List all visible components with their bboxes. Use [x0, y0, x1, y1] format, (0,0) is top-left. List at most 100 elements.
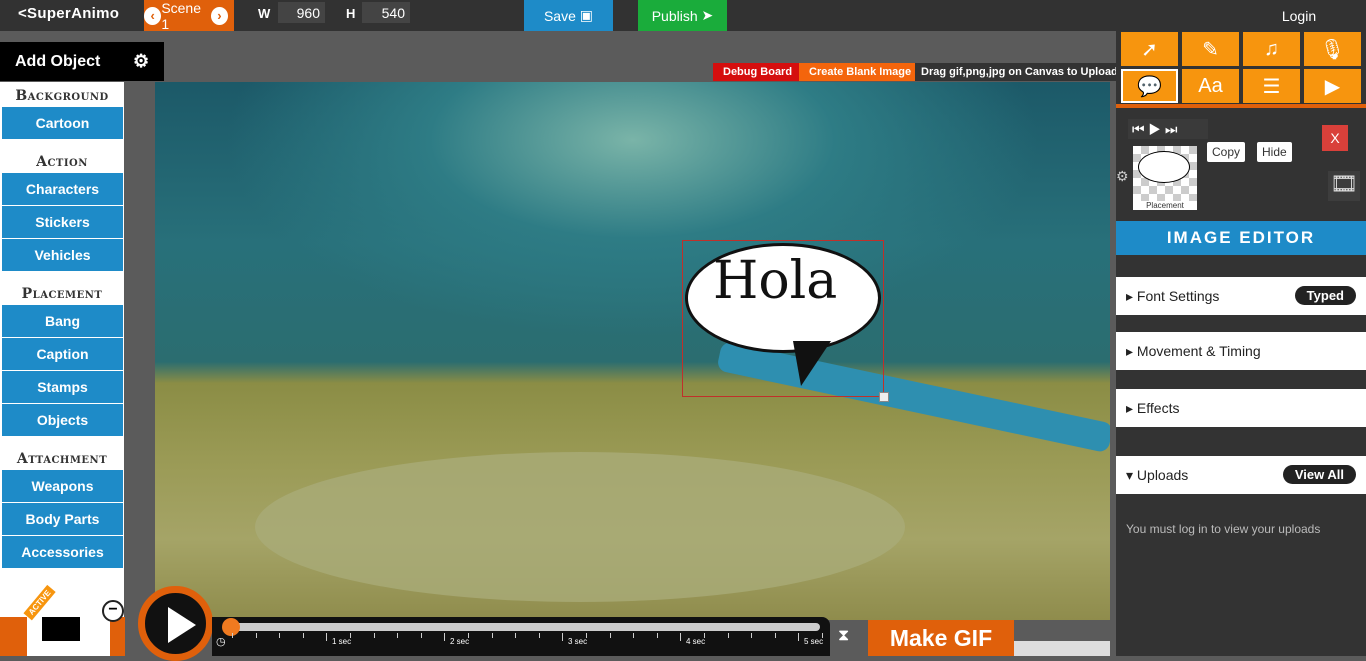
tool-text[interactable]: Aa — [1182, 69, 1239, 103]
tool-speech-bubble[interactable]: 💬 — [1121, 69, 1178, 103]
save-button[interactable]: Save ▣ — [524, 0, 613, 31]
uploads-message: You must log in to view your uploads — [1126, 522, 1321, 536]
prev-scene-icon[interactable]: ‹ — [144, 6, 162, 25]
minimize-icon[interactable]: − — [102, 600, 124, 622]
tool-pencil[interactable]: ✎ — [1182, 32, 1239, 66]
tool-youtube[interactable]: ▶ — [1304, 69, 1361, 103]
width-input[interactable]: 960 — [278, 2, 325, 23]
tick-mark — [822, 633, 823, 638]
tool-microphone[interactable]: 🎙 — [1304, 32, 1361, 66]
bubble-thumbnail-icon — [1138, 151, 1190, 183]
camera-panel[interactable]: ACTIVE — [23, 584, 110, 656]
forward-icon[interactable]: ⏭ — [1165, 121, 1178, 137]
bubble-text[interactable]: Hola — [713, 251, 837, 311]
tick-mark — [751, 633, 753, 638]
uploads-label: Uploads — [1136, 467, 1189, 483]
tick-mark — [774, 633, 776, 638]
sidebar-item-characters[interactable]: Characters — [2, 173, 123, 205]
effects-accordion[interactable]: ▸ Effects — [1116, 389, 1366, 427]
add-object-header: Add Object ⚙ — [0, 42, 164, 81]
typed-badge[interactable]: Typed — [1294, 286, 1356, 305]
selection-box[interactable]: Hola — [682, 240, 889, 402]
tick-mark — [633, 633, 635, 638]
layer-gear-icon[interactable]: ⚙ — [1116, 168, 1129, 185]
hourglass-icon[interactable]: ⧗ — [838, 627, 849, 645]
paper-plane-icon: ➤ — [701, 7, 714, 23]
rewind-icon[interactable]: ⏮ — [1132, 121, 1145, 137]
timeline-track[interactable]: ◷ 1 sec 2 sec 3 sec 4 sec 5 sec — [212, 617, 830, 656]
view-all-button[interactable]: View All — [1282, 465, 1356, 484]
object-sidebar: Background Cartoon Action Characters Sticker… — [0, 82, 124, 620]
tick-mark — [302, 633, 304, 638]
top-bar: <SuperAnimo ‹ Scene 1 › W 960 H 540 Save… — [0, 0, 1366, 32]
pointer-icon: ➚ — [1141, 38, 1158, 61]
sidebar-item-weapons[interactable]: Weapons — [2, 470, 123, 502]
tick-mark — [704, 633, 705, 638]
play-icon — [168, 607, 196, 643]
image-editor-title: IMAGE EDITOR — [1116, 221, 1366, 255]
font-settings-accordion[interactable]: ▸ Font Settings Typed — [1116, 277, 1366, 315]
play-icon[interactable]: ▶ — [1149, 121, 1162, 137]
canvas[interactable]: Hola — [155, 82, 1110, 620]
upload-hint: Drag gif,png,jpg on Canvas to Upload — [915, 63, 1124, 81]
sidebar-item-cartoon[interactable]: Cartoon — [2, 107, 123, 139]
play-button[interactable] — [138, 586, 213, 661]
tick-label: 1 sec — [332, 637, 352, 646]
placement-label: Placement — [1133, 201, 1197, 210]
login-button[interactable]: Login — [1270, 0, 1328, 31]
height-label: H — [346, 6, 356, 21]
forest-background — [155, 82, 1110, 372]
next-scene-icon[interactable]: › — [210, 6, 229, 25]
create-blank-image-button[interactable]: Create Blank Image — [799, 63, 922, 81]
music-icon: ♫ — [1264, 37, 1279, 60]
horizontal-scrollbar[interactable] — [1014, 641, 1110, 656]
text-icon: Aa — [1198, 74, 1223, 97]
tick-mark — [397, 633, 399, 638]
timeline-slider[interactable] — [226, 623, 820, 631]
tick-mark — [420, 633, 422, 638]
debug-board-button[interactable]: Debug Board — [713, 63, 803, 81]
copy-button[interactable]: Copy — [1207, 142, 1246, 162]
speech-bubble-icon: 💬 — [1137, 75, 1162, 98]
scene-label: Scene 1 — [161, 0, 202, 32]
uploads-accordion[interactable]: ▾ Uploads View All — [1116, 456, 1366, 494]
gears-icon[interactable]: ⚙ — [133, 51, 149, 72]
sidebar-item-stickers[interactable]: Stickers — [2, 206, 123, 238]
logo[interactable]: <SuperAnimo — [18, 5, 119, 22]
tick-mark — [680, 633, 682, 641]
tool-pointer[interactable]: ➚ — [1121, 32, 1178, 66]
tick-mark — [255, 633, 257, 638]
tool-contact-card[interactable]: ☰ — [1243, 69, 1300, 103]
sidebar-item-objects[interactable]: Objects — [2, 404, 123, 436]
sidebar-item-bang[interactable]: Bang — [2, 305, 123, 337]
section-placement: Placement — [21, 286, 103, 302]
tick-mark — [232, 633, 233, 638]
sidebar-item-vehicles[interactable]: Vehicles — [2, 239, 123, 271]
youtube-icon: ▶ — [1324, 75, 1341, 98]
divider — [1116, 104, 1366, 108]
tick-mark — [515, 633, 517, 638]
height-input[interactable]: 540 — [362, 2, 410, 23]
playback-controls: ⏮ ▶ ⏭ — [1128, 119, 1208, 139]
layer-thumbnail[interactable]: Placement — [1133, 146, 1197, 210]
timeline-handle[interactable] — [222, 618, 240, 636]
sidebar-item-stamps[interactable]: Stamps — [2, 371, 123, 403]
tick-mark — [326, 633, 328, 641]
delete-button[interactable]: X — [1322, 125, 1348, 151]
resize-handle[interactable] — [879, 392, 889, 402]
section-attachment: Attachment — [16, 451, 108, 467]
tick-mark — [350, 633, 351, 638]
tool-music[interactable]: ♫ — [1243, 32, 1300, 66]
film-icon[interactable]: 🎞 — [1328, 171, 1360, 201]
timeline-bar: ACTIVE − ◷ 1 sec 2 sec 3 sec 4 sec 5 sec ⧗ M… — [0, 584, 1116, 661]
hide-button[interactable]: Hide — [1257, 142, 1292, 162]
sidebar-item-caption[interactable]: Caption — [2, 338, 123, 370]
movement-accordion[interactable]: ▸ Movement & Timing — [1116, 332, 1366, 370]
microphone-icon: 🎙 — [1319, 38, 1346, 61]
publish-button[interactable]: Publish ➤ — [638, 0, 727, 31]
sidebar-item-accessories[interactable]: Accessories — [2, 536, 123, 568]
sidebar-item-body-parts[interactable]: Body Parts — [2, 503, 123, 535]
pencil-icon: ✎ — [1202, 38, 1219, 61]
make-gif-button[interactable]: Make GIF — [868, 620, 1014, 656]
floppy-icon: ▣ — [579, 7, 594, 23]
